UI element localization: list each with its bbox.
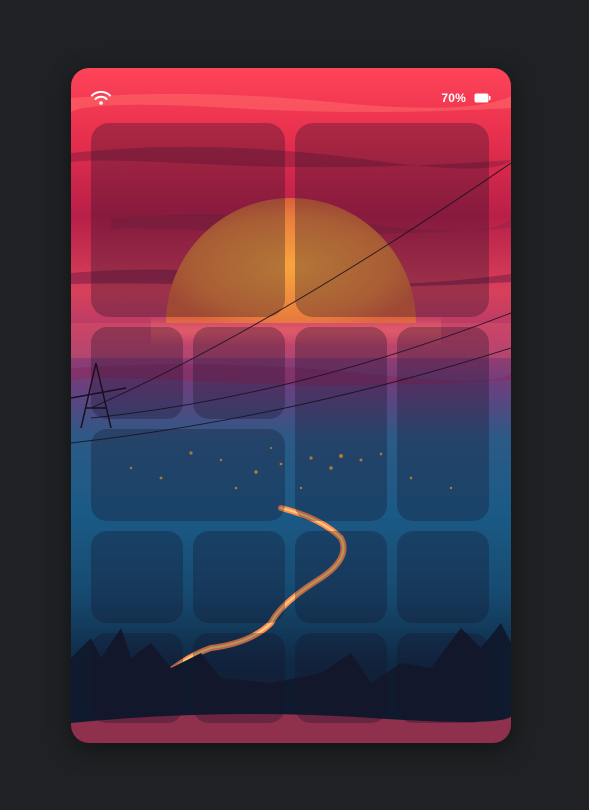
- app-tile-10[interactable]: [397, 633, 489, 723]
- widget-tall-1[interactable]: [295, 327, 387, 521]
- app-tile-5[interactable]: [295, 531, 387, 623]
- battery-icon: [474, 93, 491, 103]
- device-screen: 70%: [71, 68, 511, 743]
- status-bar: 70%: [71, 68, 511, 126]
- widget-large-2[interactable]: [295, 123, 489, 317]
- app-tile-9[interactable]: [295, 633, 387, 723]
- app-tile-2[interactable]: [193, 327, 285, 419]
- app-tile-7[interactable]: [91, 633, 183, 723]
- app-tile-6[interactable]: [397, 531, 489, 623]
- wifi-icon: [91, 90, 111, 105]
- app-tile-8[interactable]: [193, 633, 285, 723]
- home-screen-grid: [91, 123, 491, 723]
- app-tile-3[interactable]: [91, 531, 183, 623]
- widget-large-1[interactable]: [91, 123, 285, 317]
- app-tile-4[interactable]: [193, 531, 285, 623]
- widget-wide-1[interactable]: [91, 429, 285, 521]
- app-tile-1[interactable]: [91, 327, 183, 419]
- widget-tall-2[interactable]: [397, 327, 489, 521]
- battery-percent: 70%: [441, 91, 466, 105]
